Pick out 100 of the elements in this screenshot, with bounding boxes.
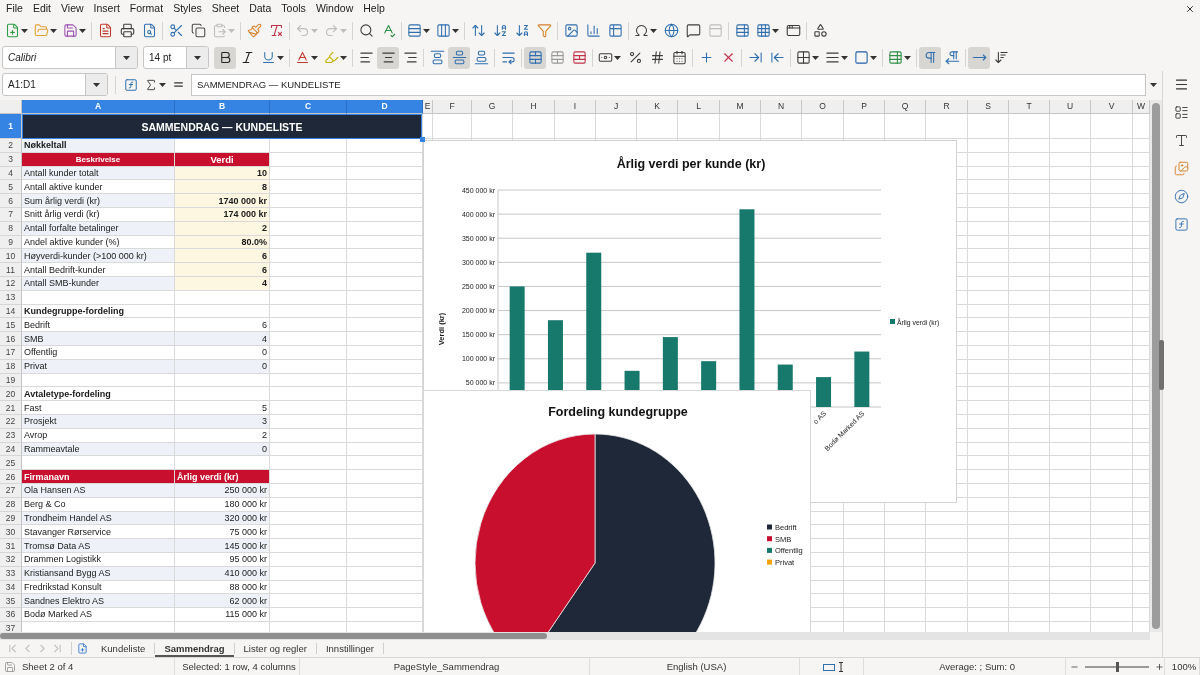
menu-item[interactable]: Sheet xyxy=(206,0,245,17)
column-header[interactable]: T xyxy=(1009,100,1050,114)
sheet-tab[interactable]: Lister og regler xyxy=(234,640,316,657)
menu-item[interactable]: Window xyxy=(310,0,359,17)
dropdown-button[interactable] xyxy=(115,47,137,68)
sort-icon xyxy=(470,23,486,38)
fill-handle[interactable] xyxy=(420,137,425,142)
file-plus-icon xyxy=(5,23,20,38)
chart-title: Fordeling kundegruppe xyxy=(548,405,688,419)
line-style-icon xyxy=(825,50,840,65)
column-header[interactable]: V xyxy=(1091,100,1133,114)
column-header[interactable]: J xyxy=(596,100,637,114)
row-header[interactable]: 21 xyxy=(0,401,22,415)
banknote-icon xyxy=(598,50,613,65)
column-header[interactable]: O xyxy=(802,100,844,114)
column-header[interactable]: S xyxy=(968,100,1009,114)
formula-input-field[interactable]: SAMMENDRAG — KUNDELISTE xyxy=(191,73,1146,96)
column-header[interactable]: F xyxy=(433,100,472,114)
scrollbar-thumb[interactable] xyxy=(0,633,547,639)
row-header[interactable]: 11 xyxy=(0,263,22,277)
menu-item[interactable]: Help xyxy=(358,0,390,17)
row-header[interactable]: 15 xyxy=(0,318,22,333)
sheet-tab[interactable]: Sammendrag xyxy=(155,640,234,657)
row-header[interactable]: 31 xyxy=(0,539,22,553)
column-header[interactable]: R xyxy=(926,100,968,114)
list-icon[interactable] xyxy=(1174,105,1189,120)
function-icon[interactable] xyxy=(124,77,138,92)
column-header[interactable]: D xyxy=(347,100,423,114)
row-header[interactable]: 6 xyxy=(0,194,22,208)
column-header[interactable]: P xyxy=(844,100,885,114)
merge-center-button[interactable] xyxy=(524,46,546,69)
slider-thumb[interactable] xyxy=(1116,661,1119,672)
left-to-right-button[interactable] xyxy=(919,46,941,69)
dropdown-button[interactable] xyxy=(186,47,208,68)
column-header[interactable]: H xyxy=(513,100,555,114)
bar xyxy=(854,351,870,407)
align-middle-button[interactable] xyxy=(448,46,470,69)
clipboard-icon xyxy=(212,23,227,38)
bar xyxy=(816,377,832,407)
row-header[interactable]: 36 xyxy=(0,608,22,622)
dropdown-button[interactable] xyxy=(85,74,107,95)
merge-cells-icon xyxy=(527,50,543,65)
menu-item[interactable]: Format xyxy=(124,0,169,17)
column-header[interactable]: C xyxy=(270,100,347,114)
column-header[interactable]: M xyxy=(720,100,761,114)
sigma-icon[interactable] xyxy=(144,77,158,92)
sheet-tab[interactable]: Innstillinger xyxy=(316,640,383,657)
bold-button[interactable] xyxy=(214,46,236,69)
menu-item[interactable]: View xyxy=(56,0,89,17)
menu-item[interactable]: Tools xyxy=(276,0,311,17)
align-center-button[interactable] xyxy=(377,46,399,69)
compass-icon[interactable] xyxy=(1174,189,1189,204)
menu-item[interactable]: Edit xyxy=(27,0,56,17)
sheet-tab[interactable]: Kundeliste xyxy=(92,640,155,657)
menu-item[interactable]: Insert xyxy=(88,0,125,17)
speech-bubble-icon xyxy=(685,23,701,38)
column-header[interactable]: B xyxy=(175,100,270,114)
menu-item[interactable]: File xyxy=(1,0,28,17)
row-header[interactable]: 10 xyxy=(0,249,22,264)
text-left-to-right-button[interactable] xyxy=(968,46,990,69)
row-header[interactable]: 1 xyxy=(0,114,22,139)
column-header[interactable]: U xyxy=(1050,100,1091,114)
horizontal-scrollbar[interactable] xyxy=(0,632,1150,640)
column-header[interactable]: I xyxy=(555,100,596,114)
row-header[interactable]: 5 xyxy=(0,180,22,195)
column-header[interactable]: A xyxy=(22,100,175,114)
status-text: Selected: 1 row, 4 columns xyxy=(182,661,296,672)
column-header[interactable]: G xyxy=(472,100,513,114)
column-header[interactable]: K xyxy=(637,100,678,114)
sheet-cell: 62 000 kr xyxy=(175,594,270,609)
selection-mode-icon[interactable] xyxy=(822,661,845,672)
menu-item[interactable]: Styles xyxy=(168,0,207,17)
align-left-icon xyxy=(358,50,374,65)
grid-icon xyxy=(756,23,771,38)
row-header[interactable]: 20 xyxy=(0,387,22,402)
sidebar-handle[interactable] xyxy=(1159,340,1164,390)
menu-item[interactable]: Data xyxy=(244,0,277,17)
function-icon[interactable] xyxy=(1174,217,1189,232)
status-text: Average: ; Sum: 0 xyxy=(939,661,1015,672)
column-header[interactable]: L xyxy=(678,100,720,114)
menu-icon[interactable] xyxy=(1174,77,1189,92)
align-bottom-icon xyxy=(473,50,489,65)
plus-icon[interactable] xyxy=(1155,661,1164,672)
close-icon[interactable] xyxy=(1185,3,1195,14)
row-header[interactable]: 25 xyxy=(0,456,22,471)
row-header[interactable]: 35 xyxy=(0,594,22,609)
name-box-field[interactable]: A1:D1 xyxy=(2,73,108,96)
font-size-field[interactable]: 14 pt xyxy=(143,46,209,69)
row-header[interactable]: 30 xyxy=(0,525,22,540)
file-plus-icon[interactable] xyxy=(76,643,88,654)
row-header[interactable]: 16 xyxy=(0,332,22,346)
row-header[interactable]: 26 xyxy=(0,470,22,484)
column-header[interactable]: W xyxy=(1133,100,1150,114)
highlighter-icon xyxy=(324,50,339,65)
column-header[interactable]: Q xyxy=(885,100,926,114)
text-style-icon[interactable] xyxy=(1174,133,1189,148)
sheet-cell: 8 xyxy=(175,180,270,195)
column-header[interactable]: N xyxy=(761,100,802,114)
font-name-field[interactable]: Calibri xyxy=(2,46,138,69)
row-header[interactable]: 2 xyxy=(0,139,22,153)
